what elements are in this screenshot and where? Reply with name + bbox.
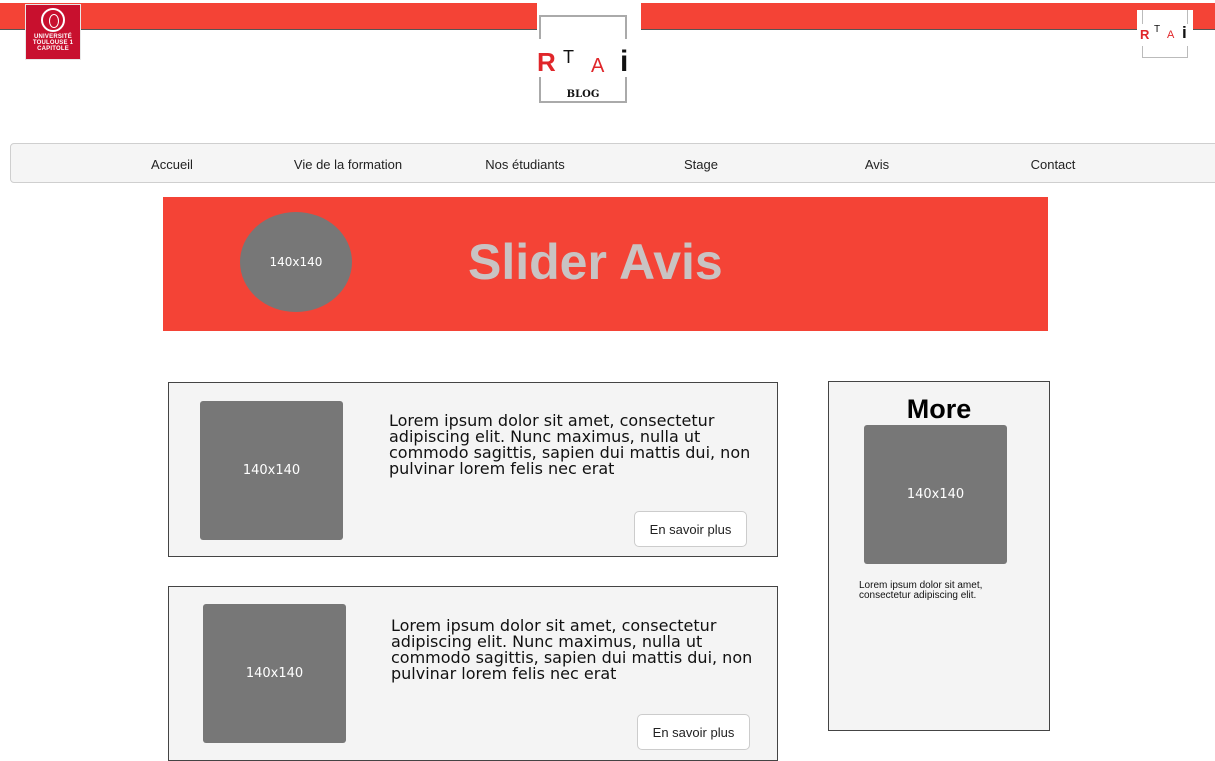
logo-letter-t: T — [563, 47, 574, 67]
sidebar-image-placeholder: 140x140 — [864, 425, 1007, 564]
slider-avatar-placeholder: 140x140 — [240, 212, 352, 312]
logo-blog-label: BLOG — [566, 89, 600, 100]
post-excerpt: Lorem ipsum dolor sit amet, consectetur … — [389, 411, 751, 478]
nav-item-contact[interactable]: Contact — [1031, 157, 1076, 172]
nav-item-vie-de-la-formation[interactable]: Vie de la formation — [294, 157, 402, 172]
nav-item-stage[interactable]: Stage — [684, 157, 718, 172]
more-sidebar: More 140x140 Lorem ipsum dolor sit amet,… — [828, 381, 1050, 731]
post-image-placeholder: 140x140 — [203, 604, 346, 743]
logo-letter-i: i — [620, 45, 629, 78]
small-logo-letter-i: i — [1182, 23, 1187, 42]
post-image-placeholder: 140x140 — [200, 401, 343, 540]
nav-item-nos-etudiants[interactable]: Nos étudiants — [485, 157, 565, 172]
small-logo-letter-t: T — [1154, 24, 1161, 35]
rtai-small-logo[interactable]: R T A i — [1137, 10, 1193, 60]
blog-logo[interactable]: R T A i BLOG — [537, 3, 641, 105]
reviews-slider[interactable]: 140x140 Slider Avis — [163, 197, 1048, 331]
slider-title: Slider Avis — [468, 234, 723, 290]
university-logo-line-3: CAPITOLE — [37, 46, 69, 52]
sidebar-text: Lorem ipsum dolor sit amet, consectetur … — [859, 580, 983, 601]
read-more-button[interactable]: En savoir plus — [634, 511, 747, 547]
read-more-button[interactable]: En savoir plus — [637, 714, 750, 750]
nav-item-avis[interactable]: Avis — [865, 157, 889, 172]
university-seal-icon — [41, 8, 65, 32]
university-logo[interactable]: UNIVERSITÉ TOULOUSE 1 CAPITOLE — [25, 4, 81, 60]
main-nav: Accueil Vie de la formation Nos étudiant… — [10, 143, 1215, 183]
small-logo-letter-r: R — [1140, 27, 1150, 42]
post-card: 140x140 Lorem ipsum dolor sit amet, cons… — [168, 382, 778, 557]
post-card: 140x140 Lorem ipsum dolor sit amet, cons… — [168, 586, 778, 761]
post-excerpt: Lorem ipsum dolor sit amet, consectetur … — [391, 616, 753, 683]
logo-letter-a: A — [591, 55, 605, 77]
small-logo-letter-a: A — [1167, 29, 1175, 41]
nav-item-accueil[interactable]: Accueil — [151, 157, 193, 172]
logo-letter-r: R — [537, 47, 556, 77]
sidebar-title: More — [906, 394, 972, 424]
